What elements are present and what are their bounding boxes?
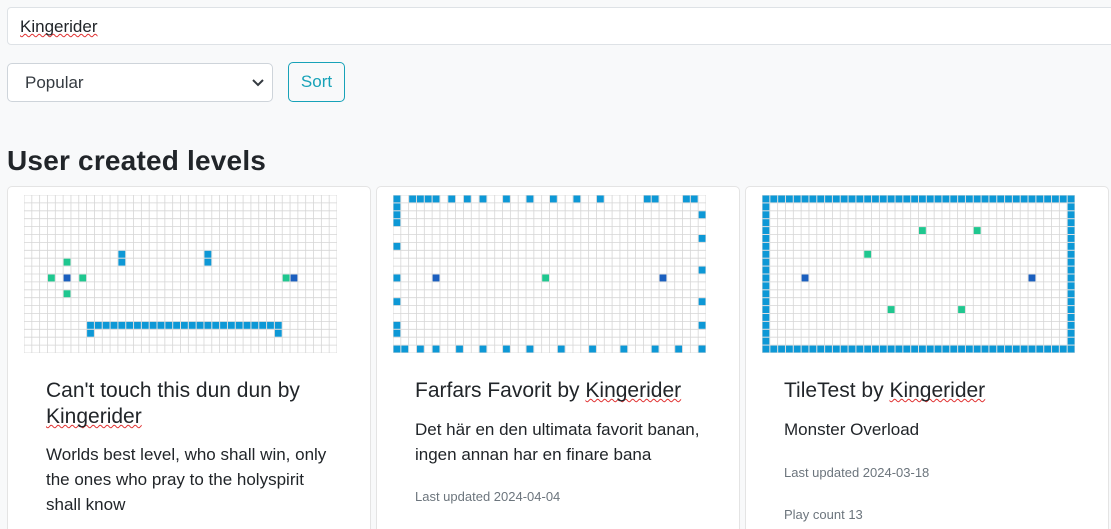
search-input[interactable] xyxy=(7,7,1111,45)
chevron-down-icon xyxy=(252,65,264,117)
level-author: Kingerider xyxy=(46,405,142,428)
sort-button[interactable]: Sort xyxy=(288,62,345,102)
level-title[interactable]: Can't touch this dun dun by Kingerider xyxy=(46,378,342,430)
level-last-updated: Last updated 2024-04-04 xyxy=(415,489,561,504)
level-title[interactable]: TileTest by Kingerider xyxy=(784,378,1080,404)
level-author: Kingerider xyxy=(585,379,682,402)
level-play-count: Play count 13 xyxy=(784,507,863,522)
level-description: Worlds best level, who shall win, only t… xyxy=(46,445,327,514)
level-description: Det här en den ultimata favorit banan, i… xyxy=(415,420,700,464)
level-name: Farfars Favorit xyxy=(415,379,552,402)
level-preview-image xyxy=(393,195,706,353)
level-preview-image xyxy=(762,195,1075,353)
sort-select-value: Popular xyxy=(25,73,84,92)
section-title: User created levels xyxy=(7,145,267,176)
level-author: Kingerider xyxy=(889,379,986,402)
level-title[interactable]: Farfars Favorit by Kingerider xyxy=(415,378,711,404)
level-name: TileTest xyxy=(784,379,856,402)
level-preview-image xyxy=(24,195,337,353)
level-by: by xyxy=(557,379,580,402)
level-card[interactable]: Can't touch this dun dun by Kingerider W… xyxy=(7,186,371,529)
sort-select[interactable]: Popular xyxy=(7,63,273,102)
level-card[interactable]: Farfars Favorit by Kingerider Det här en… xyxy=(376,186,740,529)
level-last-updated: Last updated 2024-03-18 xyxy=(784,465,930,480)
level-card[interactable]: TileTest by Kingerider Monster Overload … xyxy=(745,186,1109,529)
level-description: Monster Overload xyxy=(784,420,920,439)
level-by: by xyxy=(277,379,300,402)
level-name: Can't touch this dun dun xyxy=(46,379,272,402)
level-by: by xyxy=(861,379,884,402)
